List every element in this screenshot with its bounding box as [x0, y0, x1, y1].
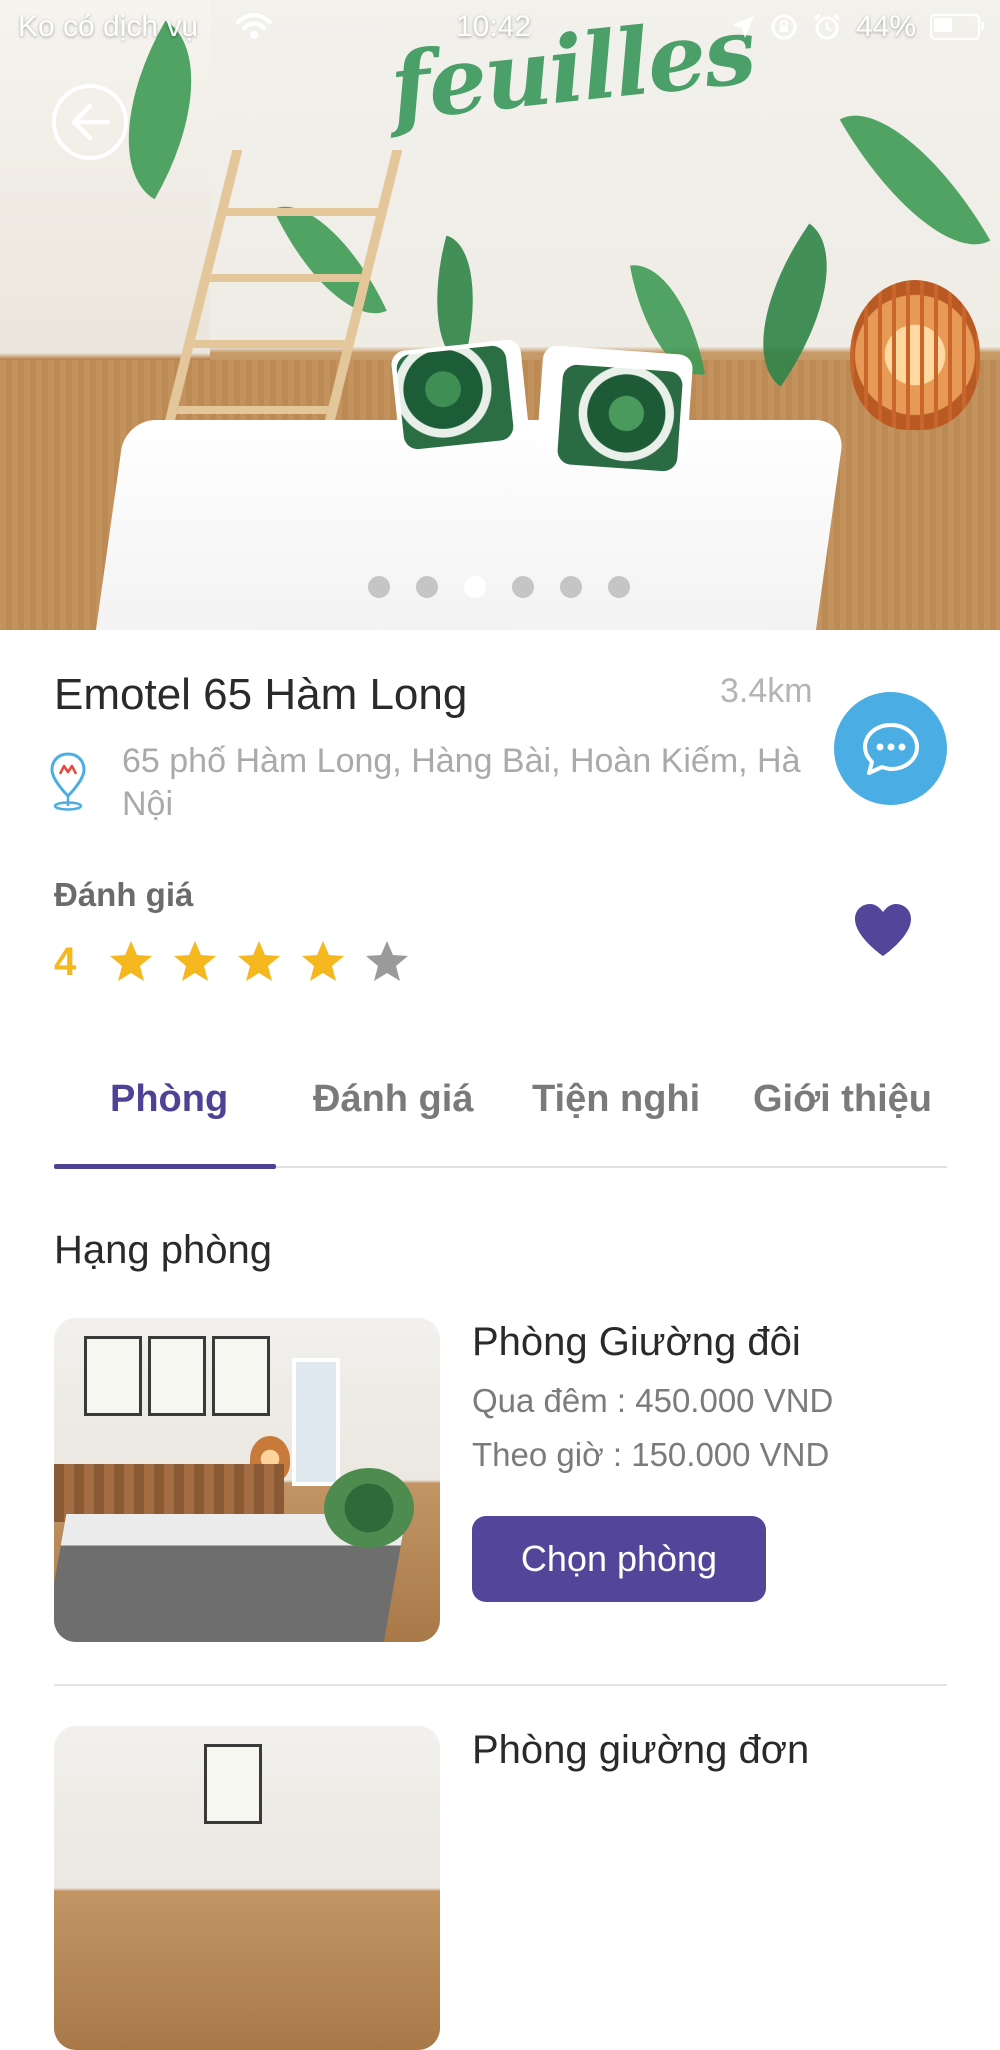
leaf-decoration	[839, 84, 991, 276]
room-window	[292, 1358, 340, 1486]
star-filled-icon	[238, 941, 280, 981]
star-filled-icon	[110, 941, 152, 981]
carousel-indicator	[368, 576, 630, 598]
carousel-dot[interactable]	[368, 576, 390, 598]
clock: 10:42	[456, 10, 532, 43]
wall-frame	[84, 1336, 142, 1416]
battery-icon	[930, 14, 984, 40]
carrier-label: Ko có dịch vụ	[18, 10, 199, 43]
choose-room-button[interactable]: Chọn phòng	[472, 1516, 766, 1602]
star-filled-icon	[174, 941, 216, 981]
chat-button[interactable]	[834, 692, 947, 805]
room-types-title: Hạng phòng	[54, 1228, 272, 1272]
room-plant	[324, 1468, 414, 1548]
wall-frame	[204, 1744, 262, 1824]
hotel-name: Emotel 65 Hàm Long	[54, 670, 468, 719]
map-pin-icon	[50, 752, 86, 811]
favorite-heart-icon[interactable]	[852, 902, 914, 958]
carousel-dot-active[interactable]	[464, 576, 486, 598]
tab-phong[interactable]: Phòng	[110, 1078, 228, 1121]
rating-label: Đánh giá	[54, 876, 194, 913]
room-name: Phòng Giường đôi	[472, 1320, 801, 1364]
wall-frame	[212, 1336, 270, 1416]
room-name: Phòng giường đơn	[472, 1728, 810, 1772]
arrow-left-icon	[71, 103, 111, 141]
room-price-overnight: Qua đêm : 450.000 VND	[472, 1382, 834, 1419]
hero-bed	[94, 420, 846, 630]
chat-bubble-icon	[862, 722, 919, 775]
rotation-lock-icon	[771, 14, 797, 40]
battery-percent: 44%	[855, 10, 916, 43]
carousel-dot[interactable]	[416, 576, 438, 598]
star-empty-icon	[366, 941, 408, 981]
active-tab-indicator	[54, 1164, 276, 1169]
detail-tabs: Phòng Đánh giá Tiện nghi Giới thiệu	[54, 1070, 947, 1169]
star-filled-icon	[302, 941, 344, 981]
rating-stars	[108, 938, 410, 984]
room-price-hourly: Theo giờ : 150.000 VND	[472, 1436, 830, 1473]
room-photo[interactable]	[54, 1318, 440, 1642]
hotel-address: 65 phố Hàm Long, Hàng Bài, Hoàn Kiếm, Hà…	[122, 742, 801, 823]
carousel-dot[interactable]	[512, 576, 534, 598]
status-right-group: 44%	[730, 10, 984, 44]
carousel-dot[interactable]	[560, 576, 582, 598]
back-button[interactable]	[52, 84, 128, 160]
tab-danh-gia[interactable]: Đánh giá	[313, 1078, 473, 1121]
status-bar: Ko có dịch vụ 10:42 44%	[0, 0, 1000, 52]
rating-value: 4	[54, 940, 77, 984]
room-photo[interactable]	[54, 1726, 440, 2050]
hotel-distance: 3.4km	[720, 672, 813, 710]
tab-tien-nghi[interactable]: Tiện nghi	[532, 1078, 700, 1121]
alarm-icon	[814, 13, 840, 40]
hero-pendant-lamp	[850, 280, 980, 430]
location-arrow-icon	[731, 16, 754, 38]
hero-pillow	[395, 344, 515, 451]
tab-gioi-thieu[interactable]: Giới thiệu	[753, 1078, 932, 1121]
room-divider	[54, 1684, 947, 1686]
wifi-icon	[236, 13, 272, 39]
hero-pillow	[556, 363, 684, 473]
wall-frame	[148, 1336, 206, 1416]
hotel-photo-carousel[interactable]: feuilles	[0, 0, 1000, 630]
carousel-dot[interactable]	[608, 576, 630, 598]
